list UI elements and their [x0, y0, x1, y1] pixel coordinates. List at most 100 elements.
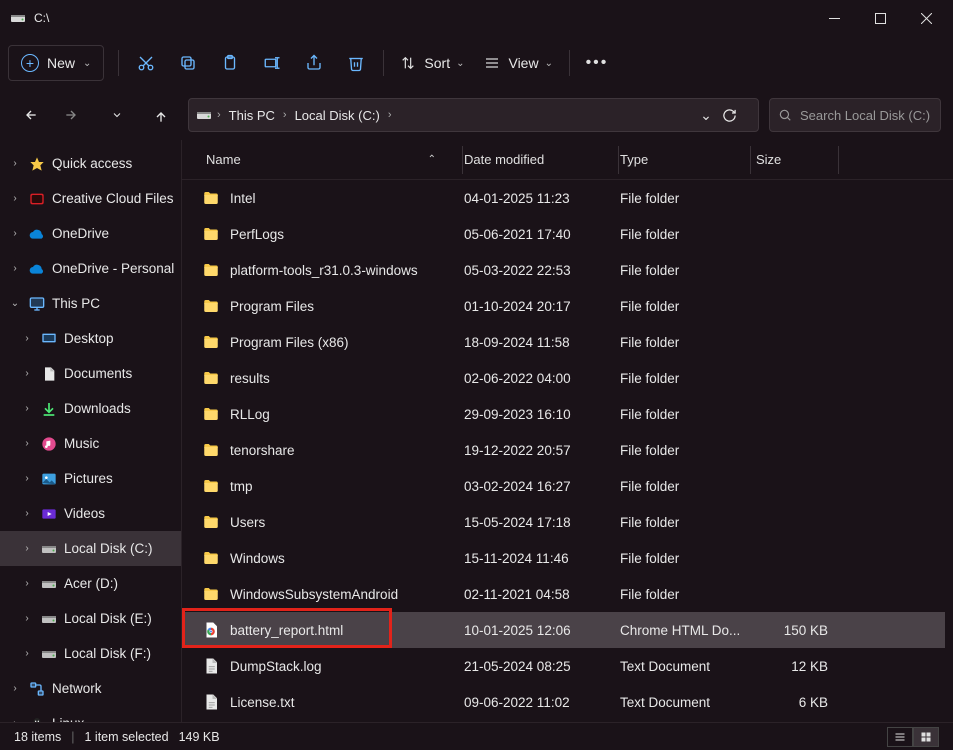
chevron-icon: › — [8, 158, 22, 169]
chevron-right-icon[interactable]: › — [215, 109, 223, 121]
column-size[interactable]: Size — [752, 152, 840, 167]
address-dropdown[interactable]: ⌄ — [690, 107, 722, 124]
chevron-icon: › — [8, 263, 22, 274]
file-row[interactable]: Program Files01-10-2024 20:17File folder — [182, 288, 945, 324]
file-row[interactable]: battery_report.html10-01-2025 12:06Chrom… — [182, 612, 945, 648]
sidebar-item-desktop[interactable]: › Desktop — [0, 321, 181, 356]
file-date: 09-06-2022 11:02 — [464, 695, 620, 710]
file-row[interactable]: RLLog29-09-2023 16:10File folder — [182, 396, 945, 432]
file-date: 04-01-2025 11:23 — [464, 191, 620, 206]
file-size: 12 KB — [752, 659, 840, 674]
view-icons-toggle[interactable] — [913, 727, 939, 747]
sidebar-item-videos[interactable]: ›Videos — [0, 496, 181, 531]
sidebar-item-network[interactable]: ›Network — [0, 671, 181, 706]
sidebar-item-local-disk-c-[interactable]: ›Local Disk (C:) — [0, 531, 181, 566]
drive-icon — [40, 540, 58, 558]
new-button[interactable]: + New ⌄ — [8, 45, 104, 81]
file-name: tmp — [230, 479, 253, 494]
sidebar-item-local-disk-f-[interactable]: ›Local Disk (F:) — [0, 636, 181, 671]
sidebar-item-pictures[interactable]: ›Pictures — [0, 461, 181, 496]
file-row[interactable]: WindowsSubsystemAndroid02-11-2021 04:58F… — [182, 576, 945, 612]
share-button[interactable] — [293, 45, 335, 81]
file-name: DumpStack.log — [230, 659, 322, 674]
view-icon — [484, 55, 500, 71]
drive-icon — [40, 575, 58, 593]
file-date: 15-05-2024 17:18 — [464, 515, 620, 530]
file-row[interactable]: DumpStack.log21-05-2024 08:25Text Docume… — [182, 648, 945, 684]
sidebar-item-quick-access[interactable]: ›Quick access — [0, 146, 181, 181]
file-type: File folder — [620, 551, 752, 566]
minimize-button[interactable] — [811, 0, 857, 36]
cut-button[interactable] — [125, 45, 167, 81]
rename-icon — [263, 54, 281, 72]
chevron-down-icon: ⌄ — [545, 58, 553, 69]
sidebar-item-local-disk-e-[interactable]: ›Local Disk (E:) — [0, 601, 181, 636]
view-details-toggle[interactable] — [887, 727, 913, 747]
file-row[interactable]: Windows15-11-2024 11:46File folder — [182, 540, 945, 576]
column-name[interactable]: Name ⌃ — [202, 152, 464, 167]
trash-icon — [347, 54, 365, 72]
sidebar-item-documents[interactable]: ›Documents — [0, 356, 181, 391]
up-button[interactable] — [144, 98, 178, 132]
file-rows[interactable]: Intel04-01-2025 11:23File folderPerfLogs… — [182, 180, 945, 722]
search-input[interactable]: Search Local Disk (C:) — [769, 98, 941, 132]
sidebar-item-this-pc[interactable]: ⌄This PC — [0, 286, 181, 321]
chevron-right-icon[interactable]: › — [386, 109, 394, 121]
forward-button[interactable] — [56, 98, 90, 132]
column-date[interactable]: Date modified — [464, 152, 620, 167]
cc-icon — [28, 190, 46, 208]
file-row[interactable]: Intel04-01-2025 11:23File folder — [182, 180, 945, 216]
sidebar-item-label: Local Disk (C:) — [64, 541, 153, 556]
view-button[interactable]: View ⌄ — [474, 45, 562, 81]
sidebar-item-label: Downloads — [64, 401, 131, 416]
address-bar[interactable]: › This PC › Local Disk (C:) › ⌄ — [188, 98, 759, 132]
sidebar-item-label: Acer (D:) — [64, 576, 118, 591]
plus-icon: + — [21, 54, 39, 72]
recent-button[interactable] — [100, 98, 134, 132]
sidebar-item-creative-cloud-files[interactable]: ›Creative Cloud Files — [0, 181, 181, 216]
close-button[interactable] — [903, 0, 949, 36]
breadcrumb-this-pc[interactable]: This PC — [223, 99, 281, 131]
copy-button[interactable] — [167, 45, 209, 81]
chevron-right-icon[interactable]: › — [281, 109, 289, 121]
file-row[interactable]: platform-tools_r31.0.3-windows05-03-2022… — [182, 252, 945, 288]
sidebar-item-linux[interactable]: ›Linux — [0, 706, 181, 722]
file-name: License.txt — [230, 695, 295, 710]
copy-icon — [179, 54, 197, 72]
sidebar-item-music[interactable]: ›Music — [0, 426, 181, 461]
file-name: PerfLogs — [230, 227, 284, 242]
chevron-icon: › — [20, 473, 34, 484]
file-row[interactable]: Users15-05-2024 17:18File folder — [182, 504, 945, 540]
folder-icon — [202, 441, 220, 459]
file-name: platform-tools_r31.0.3-windows — [230, 263, 418, 278]
file-row[interactable]: License.txt09-06-2022 11:02Text Document… — [182, 684, 945, 720]
refresh-button[interactable] — [722, 108, 754, 123]
rename-button[interactable] — [251, 45, 293, 81]
sidebar-item-onedrive-personal[interactable]: ›OneDrive - Personal — [0, 251, 181, 286]
file-row[interactable]: Program Files (x86)18-09-2024 11:58File … — [182, 324, 945, 360]
file-row[interactable]: results02-06-2022 04:00File folder — [182, 360, 945, 396]
file-row[interactable]: tmp03-02-2024 16:27File folder — [182, 468, 945, 504]
sort-button[interactable]: Sort ⌄ — [390, 45, 474, 81]
sidebar-item-label: Documents — [64, 366, 132, 381]
file-row[interactable]: PerfLogs05-06-2021 17:40File folder — [182, 216, 945, 252]
delete-button[interactable] — [335, 45, 377, 81]
more-button[interactable]: ••• — [576, 45, 618, 81]
paste-button[interactable] — [209, 45, 251, 81]
sidebar-item-label: Desktop — [64, 331, 114, 346]
status-item-count: 18 items — [14, 730, 61, 744]
sidebar-item-downloads[interactable]: ›Downloads — [0, 391, 181, 426]
back-button[interactable] — [12, 98, 46, 132]
sidebar-item-acer-d-[interactable]: ›Acer (D:) — [0, 566, 181, 601]
file-row[interactable]: tenorshare19-12-2022 20:57File folder — [182, 432, 945, 468]
column-type[interactable]: Type — [620, 152, 752, 167]
chevron-icon: › — [20, 333, 34, 344]
file-type: File folder — [620, 371, 752, 386]
sidebar-item-onedrive[interactable]: ›OneDrive — [0, 216, 181, 251]
paste-icon — [221, 54, 239, 72]
picture-icon — [40, 470, 58, 488]
maximize-button[interactable] — [857, 0, 903, 36]
folder-icon — [202, 477, 220, 495]
file-type: File folder — [620, 443, 752, 458]
breadcrumb-drive[interactable]: Local Disk (C:) — [289, 99, 386, 131]
